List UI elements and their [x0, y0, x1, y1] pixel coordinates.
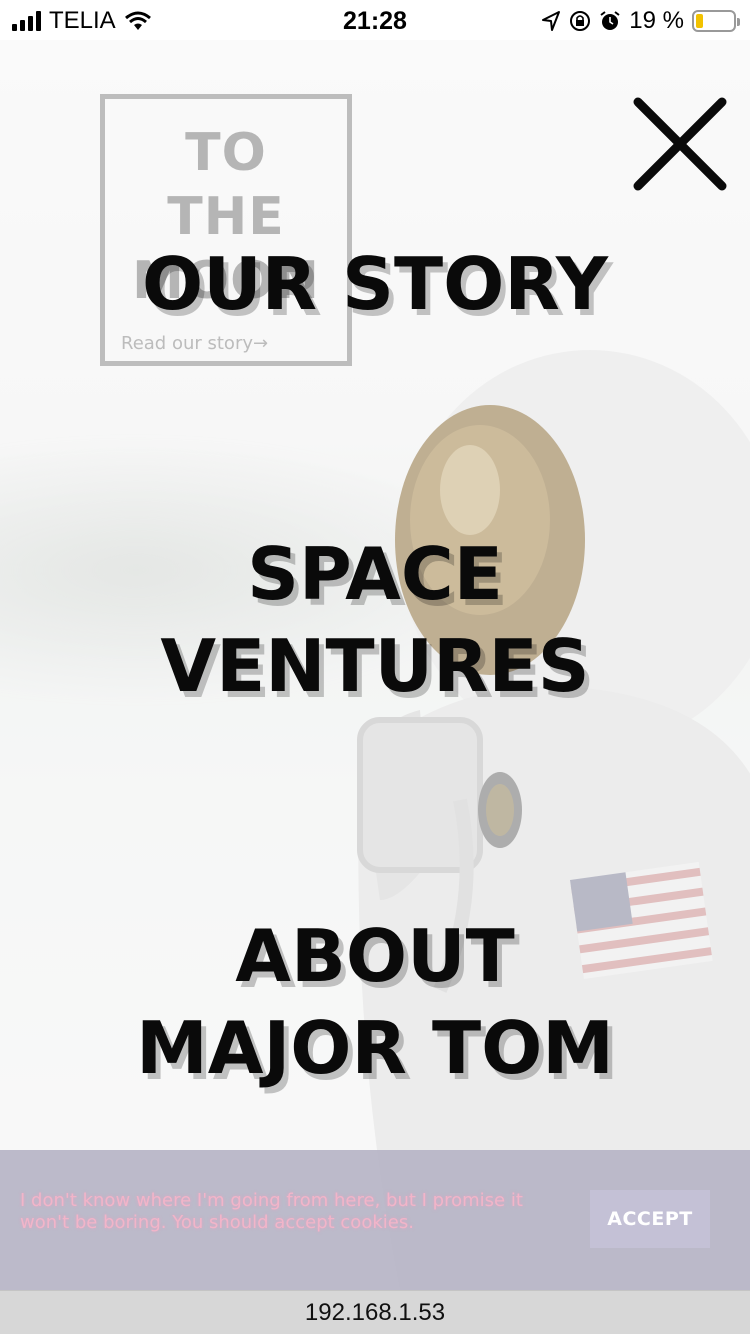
menu-item-label: OUR STORY [142, 242, 608, 326]
rotation-lock-icon [570, 11, 591, 31]
cookie-message: I don't know where I'm going from here, … [20, 1190, 523, 1233]
menu-item-our-story[interactable]: OUR STORY [0, 238, 750, 330]
logo-line-1: TO [185, 123, 267, 183]
status-bar: TELIA 21:28 19 % [0, 0, 750, 40]
menu-item-label: MAJOR TOM [136, 1006, 614, 1090]
battery-icon [692, 10, 740, 32]
menu-item-label: VENTURES [160, 624, 590, 708]
menu-item-label: ABOUT [235, 914, 515, 998]
menu-item-label: SPACE [247, 532, 503, 616]
close-icon[interactable] [630, 94, 730, 194]
accept-cookies-button[interactable]: ACCEPT [590, 1190, 710, 1248]
menu-item-about-major-tom[interactable]: ABOUT MAJOR TOM [0, 910, 750, 1094]
battery-percent: 19 % [629, 7, 684, 34]
alarm-icon [600, 11, 620, 30]
browser-url-bar[interactable]: 192.168.1.53 [0, 1290, 750, 1334]
menu-item-space-ventures[interactable]: SPACE VENTURES [0, 528, 750, 712]
cookie-banner: I don't know where I'm going from here, … [0, 1150, 750, 1290]
read-our-story-link[interactable]: Read our story→ [121, 333, 268, 354]
battery-fill [696, 14, 703, 28]
location-icon [542, 11, 561, 31]
url-text: 192.168.1.53 [304, 1298, 446, 1326]
status-right: 19 % [541, 7, 740, 35]
